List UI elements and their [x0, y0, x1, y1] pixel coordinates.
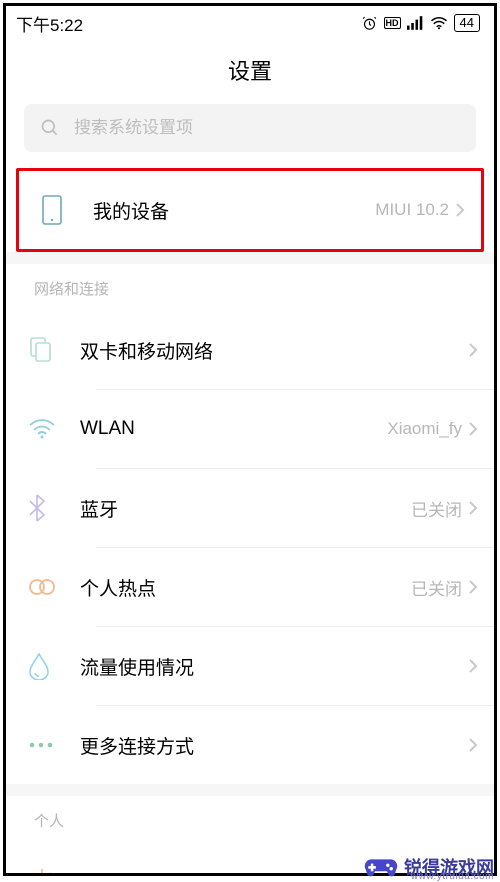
page-title: 设置 — [6, 40, 494, 104]
drop-icon — [28, 652, 50, 680]
row-label: 蓝牙 — [80, 495, 411, 522]
chevron-right-icon — [468, 500, 478, 516]
chevron-right-icon — [468, 421, 478, 437]
section-gap — [6, 252, 494, 264]
row-label: 个人热点 — [80, 574, 411, 601]
watermark-url: www.ytruida.com — [411, 871, 494, 882]
chevron-right-icon — [468, 342, 478, 358]
watermark: 锐得游戏网 www.ytruida.com — [364, 854, 494, 880]
search-box[interactable] — [24, 104, 476, 152]
alarm-icon — [361, 15, 378, 32]
sun-icon — [28, 868, 56, 876]
section-title-personal: 个人 — [6, 796, 494, 843]
search-input[interactable] — [74, 118, 460, 138]
row-value: MIUI 10.2 — [375, 200, 449, 220]
phone-icon — [41, 195, 63, 225]
sim-icon — [28, 337, 54, 363]
hd-icon: HD — [384, 17, 401, 29]
section-gap — [6, 784, 494, 796]
row-bluetooth[interactable]: 蓝牙 已关闭 — [6, 469, 494, 547]
status-icons: HD 44 — [361, 14, 480, 32]
row-sim[interactable]: 双卡和移动网络 — [6, 311, 494, 389]
row-label: 双卡和移动网络 — [80, 337, 468, 364]
row-value: 已关闭 — [411, 575, 462, 600]
row-value: Xiaomi_fy — [387, 419, 462, 439]
row-my-device[interactable]: 我的设备 MIUI 10.2 — [19, 171, 481, 249]
more-icon — [28, 741, 54, 749]
row-wlan[interactable]: WLAN Xiaomi_fy — [6, 390, 494, 468]
status-time: 下午5:22 — [16, 11, 83, 36]
highlighted-row: 我的设备 MIUI 10.2 — [16, 168, 484, 252]
bluetooth-icon — [28, 494, 46, 522]
wifi-icon — [28, 418, 56, 440]
search-icon — [40, 118, 60, 138]
row-data-usage[interactable]: 流量使用情况 — [6, 627, 494, 705]
wifi-icon — [430, 16, 448, 30]
row-label: 更多连接方式 — [80, 732, 468, 759]
row-value: 已关闭 — [411, 496, 462, 521]
chevron-right-icon — [455, 202, 465, 218]
row-hotspot[interactable]: 个人热点 已关闭 — [6, 548, 494, 626]
row-more-connections[interactable]: 更多连接方式 — [6, 706, 494, 784]
battery-level: 44 — [454, 14, 480, 32]
section-title-network: 网络和连接 — [6, 264, 494, 311]
chevron-right-icon — [468, 579, 478, 595]
row-label: 流量使用情况 — [80, 653, 468, 680]
chevron-right-icon — [468, 658, 478, 674]
signal-icon — [407, 16, 424, 30]
row-label: 我的设备 — [93, 197, 375, 224]
row-label: WLAN — [80, 418, 387, 440]
status-bar: 下午5:22 HD 44 — [6, 6, 494, 40]
hotspot-icon — [28, 577, 56, 597]
chevron-right-icon — [468, 737, 478, 753]
gamepad-icon — [364, 855, 398, 879]
